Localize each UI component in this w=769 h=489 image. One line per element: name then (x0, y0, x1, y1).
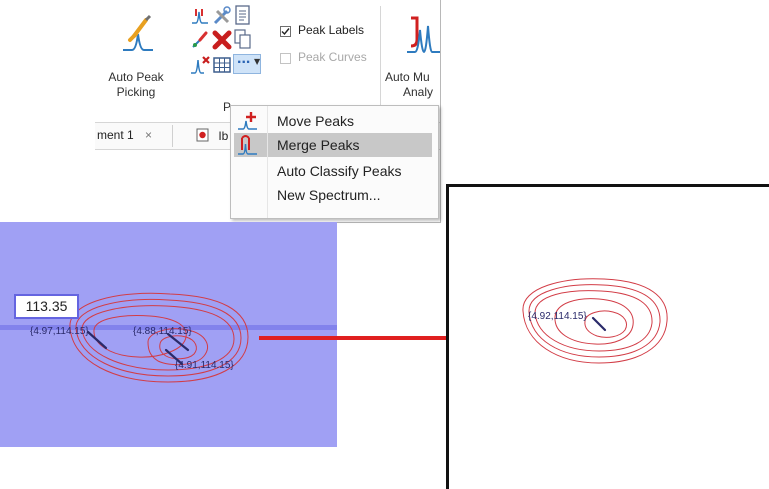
menu-item-auto-classify-peaks-label: Auto Classify Peaks (277, 163, 402, 179)
pick-peak-icon[interactable] (190, 30, 210, 50)
auto-multiplet-label-1: Auto Mu (385, 70, 430, 84)
spectrum-doc-icon (196, 128, 209, 142)
menu-item-move-peaks-label: Move Peaks (277, 113, 355, 129)
peak-curves-label: Peak Curves (298, 50, 367, 64)
tab-second[interactable]: Ib (196, 128, 228, 143)
chevron-down-icon: ▼ (254, 57, 261, 66)
copy-icon[interactable] (234, 29, 252, 49)
left-peak-label-2: {4.88,114.15} (133, 326, 192, 337)
menu-item-merge-peaks-label: Merge Peaks (277, 137, 360, 153)
tab-second-label: Ib (218, 129, 229, 143)
left-peak-label-1: {4.97,114.15} (30, 326, 89, 337)
cursor-value-box: 113.35 (14, 294, 79, 319)
menu-gutter-line (267, 106, 268, 218)
tab-document-1[interactable]: ment 1 × (97, 128, 152, 142)
right-contour-plot (522, 278, 668, 364)
more-options-menu: Move Peaks Merge Peaks Auto Classify Pea… (230, 105, 439, 219)
peak-labels-checkbox[interactable] (280, 26, 291, 37)
more-options-label: ... (237, 50, 251, 67)
tab-close-icon[interactable]: × (145, 128, 152, 142)
auto-peak-picking-button[interactable]: Auto Peak Picking (100, 8, 172, 104)
tab-separator (172, 125, 173, 147)
auto-multiplet-icon (407, 16, 440, 54)
right-peak-label-1: {4.92,114.15} (528, 311, 587, 322)
remove-peak-icon[interactable] (190, 54, 212, 76)
manual-peak-icon[interactable] (190, 6, 210, 26)
menu-item-merge-peaks[interactable]: Merge Peaks (234, 133, 432, 157)
auto-peak-picking-label-2: Picking (116, 85, 156, 99)
document-icon[interactable] (234, 5, 252, 25)
auto-peak-picking-icon (123, 14, 153, 51)
auto-peak-picking-label-1: Auto Peak (108, 70, 164, 84)
menu-item-auto-classify-peaks[interactable]: Auto Classify Peaks (231, 159, 438, 183)
menu-item-new-spectrum-label: New Spectrum... (277, 187, 381, 203)
checkmark-icon (281, 28, 290, 36)
more-options-button[interactable]: ... ▼ (233, 50, 261, 74)
auto-multiplet-analysis-button[interactable]: Auto Mu Analy (385, 8, 440, 104)
peak-table-icon[interactable] (212, 55, 232, 75)
merge-peaks-icon (238, 135, 257, 155)
tab-document-1-label: ment 1 (97, 128, 134, 142)
ribbon-separator (380, 6, 381, 114)
delete-peaks-icon[interactable] (211, 29, 233, 51)
peak-labels-label: Peak Labels (298, 23, 365, 37)
peak-curves-checkbox[interactable] (280, 53, 291, 64)
left-peak-label-3: {4.91,114.15} (175, 360, 234, 371)
auto-multiplet-label-2: Analy (403, 85, 434, 99)
tools-icon[interactable] (212, 6, 232, 26)
menu-item-new-spectrum[interactable]: New Spectrum... (231, 183, 438, 207)
move-peaks-icon (238, 112, 257, 130)
menu-item-move-peaks[interactable]: Move Peaks (231, 109, 438, 133)
